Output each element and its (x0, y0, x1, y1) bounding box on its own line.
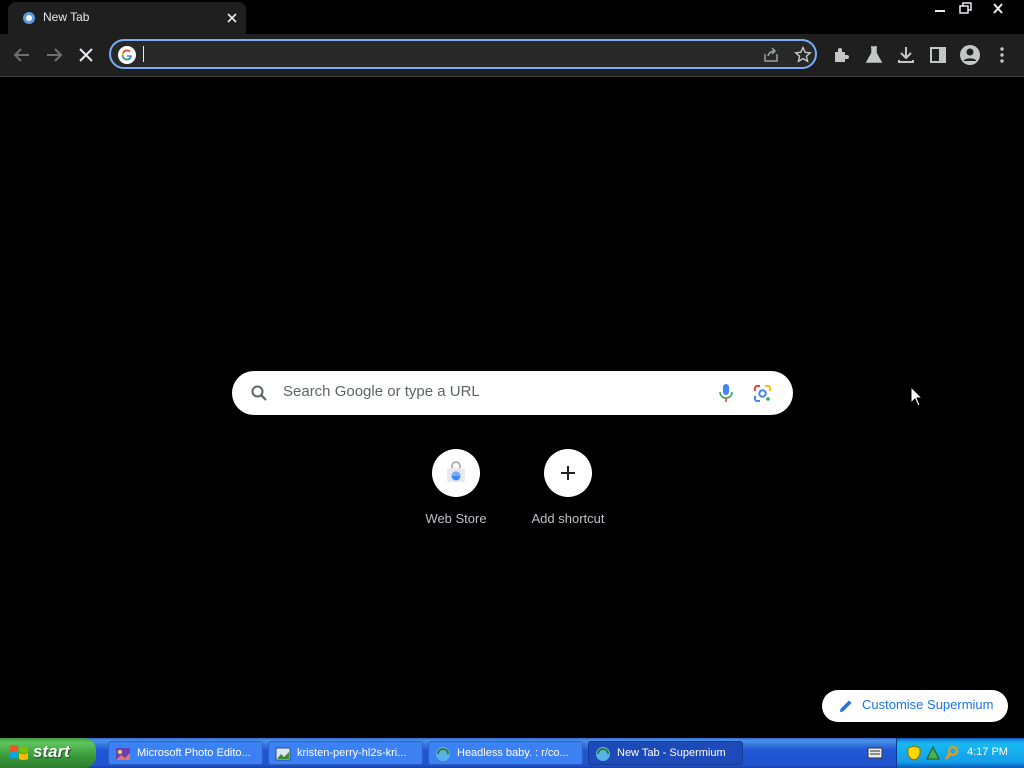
taskbar-item-image-viewer[interactable]: kristen-perry-hl2s-kri... (268, 741, 423, 765)
webstore-icon (447, 461, 465, 482)
taskbar: start Microsoft Photo Edito... kristen-p… (0, 738, 1024, 768)
google-lens-icon[interactable] (753, 384, 772, 403)
taskbar-item-photo-editor[interactable]: Microsoft Photo Edito... (108, 741, 263, 765)
photo-editor-icon (116, 748, 130, 760)
taskbar-item-label: kristen-perry-hl2s-kri... (297, 747, 407, 759)
close-icon[interactable] (224, 10, 240, 26)
menu-kebab-icon[interactable] (990, 43, 1014, 67)
system-tray: 4:17 PM (896, 738, 1024, 768)
address-input[interactable] (141, 44, 735, 66)
tab-title: New Tab (43, 10, 90, 24)
side-panel-icon[interactable] (926, 43, 950, 67)
stop-loading-icon[interactable] (74, 43, 98, 67)
tab-strip: New Tab (0, 0, 1024, 34)
shortcut-icon-circle (432, 449, 480, 497)
shortcut-label: Web Store (425, 511, 487, 526)
clock: 4:17 PM (967, 746, 1008, 758)
bookmark-star-icon[interactable] (793, 45, 813, 65)
restore-icon[interactable] (952, 0, 978, 18)
browser-icon (436, 747, 450, 761)
security-shield-icon[interactable] (907, 745, 921, 761)
download-icon[interactable] (894, 43, 918, 67)
shortcut-add[interactable]: Add shortcut (512, 449, 624, 539)
google-g-icon (118, 46, 136, 64)
profile-avatar-icon[interactable] (958, 43, 982, 67)
shortcut-label: Add shortcut (531, 511, 605, 526)
extensions-puzzle-icon[interactable] (830, 43, 854, 67)
close-window-icon[interactable] (985, 0, 1011, 18)
ntp-search-box[interactable]: Search Google or type a URL (232, 371, 793, 415)
customise-label: Customise Supermium (862, 697, 994, 712)
address-bar[interactable] (109, 39, 817, 69)
image-file-icon (275, 747, 291, 761)
tab-new-tab[interactable]: New Tab (8, 2, 246, 34)
mouse-cursor-icon (910, 386, 924, 407)
taskbar-item-label: Microsoft Photo Edito... (137, 747, 251, 759)
pencil-icon (840, 700, 852, 712)
taskbar-item-reddit[interactable]: Headless baby. : r/co... (428, 741, 583, 765)
search-placeholder: Search Google or type a URL (283, 383, 480, 400)
labs-flask-icon[interactable] (862, 43, 886, 67)
minimize-icon[interactable] (927, 0, 953, 18)
keyboard-icon[interactable] (867, 746, 883, 760)
forward-arrow-icon[interactable] (42, 43, 66, 67)
plus-icon (561, 466, 575, 480)
search-tray-icon[interactable] (944, 745, 960, 761)
windows-logo-icon (10, 745, 28, 760)
customise-button[interactable]: Customise Supermium (822, 690, 1008, 722)
search-icon (251, 385, 267, 401)
network-icon[interactable] (925, 745, 941, 761)
share-icon[interactable] (761, 45, 781, 65)
browser-icon (596, 747, 610, 761)
shortcut-icon-circle (544, 449, 592, 497)
taskbar-item-new-tab[interactable]: New Tab - Supermium (588, 741, 743, 765)
start-label: start (33, 742, 70, 761)
taskbar-item-label: Headless baby. : r/co... (457, 747, 569, 759)
browser-favicon-icon (23, 12, 35, 24)
start-button[interactable]: start (0, 738, 96, 768)
back-arrow-icon[interactable] (10, 43, 34, 67)
microphone-icon[interactable] (717, 383, 735, 403)
shortcut-web-store[interactable]: Web Store (400, 449, 512, 539)
taskbar-item-label: New Tab - Supermium (617, 747, 726, 759)
text-caret (143, 46, 144, 62)
browser-toolbar (0, 34, 1024, 77)
